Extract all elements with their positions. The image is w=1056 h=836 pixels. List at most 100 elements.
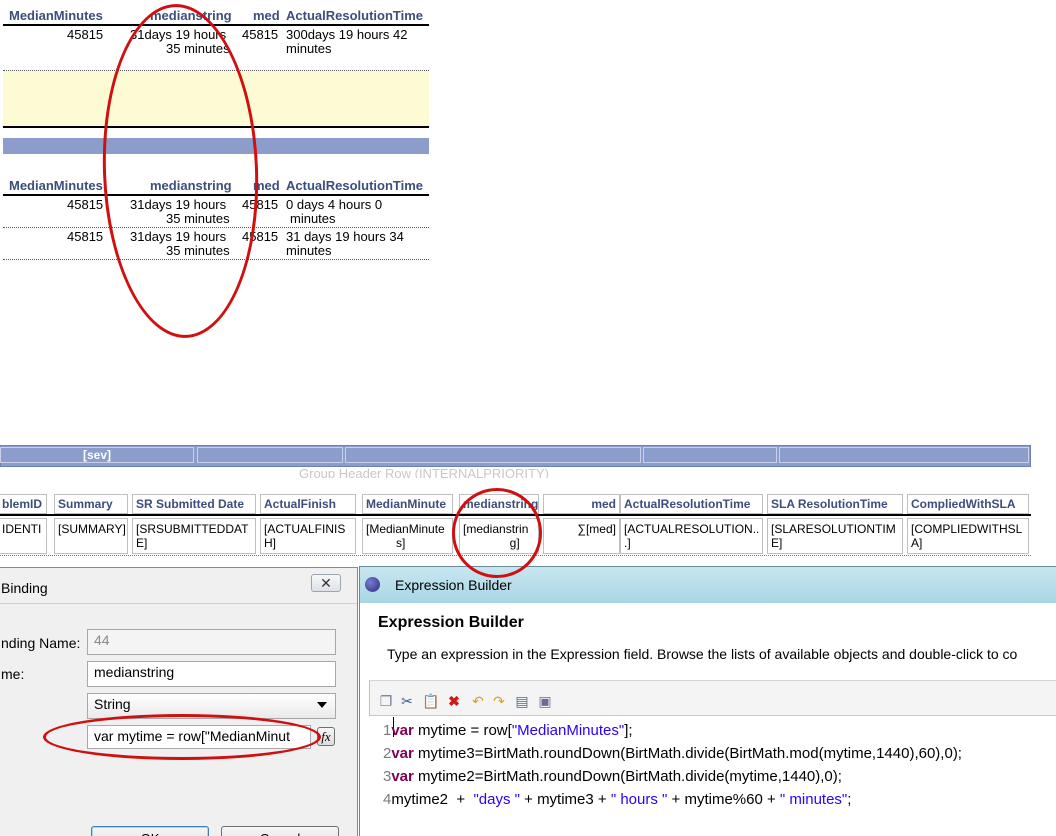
code-text: ]; <box>624 722 633 739</box>
expression-builder-heading: Expression Builder <box>378 614 524 631</box>
code-text: mytime = row[ <box>413 722 512 739</box>
layout-data-cell[interactable]: [medianstrin g] <box>459 518 539 554</box>
cell-medianstring-wrap: 35 minutes <box>166 243 230 258</box>
layout-col-header[interactable]: med <box>543 494 620 514</box>
layout-col-header[interactable]: ActualFinish <box>260 494 356 514</box>
cell-minutes: 45815 <box>67 197 104 212</box>
binding-name-field: 44 <box>87 629 336 655</box>
sev-empty-cell <box>779 447 1029 463</box>
cell-medianstring: 31days 19 hours <box>130 27 227 42</box>
row-divider <box>3 259 429 260</box>
cell-medianstring-wrap: 35 minutes <box>166 211 230 226</box>
layout-data-cell[interactable]: [SRSUBMITTEDDAT E] <box>132 518 256 554</box>
cell-art-wrap: minutes <box>286 243 332 258</box>
layout-col-header[interactable]: MedianMinute <box>362 494 453 514</box>
row-divider <box>3 227 429 228</box>
name-field[interactable]: medianstring <box>87 661 336 687</box>
code-line-4: 4mytime2 + "days " + mytime3 + " hours "… <box>383 788 851 811</box>
ok-button[interactable]: OK <box>91 826 209 836</box>
copy-icon[interactable]: ❐ <box>378 693 394 709</box>
sev-cell[interactable]: [sev] <box>0 447 194 463</box>
expression-builder-description: Type an expression in the Expression fie… <box>387 646 1018 662</box>
col-header-med-2: med <box>253 178 280 193</box>
expression-builder-fx-button[interactable]: fx <box>317 727 335 746</box>
code-string: " hours " <box>610 791 668 808</box>
cell-med: 45815 <box>242 229 279 244</box>
binding-dialog-title: Binding <box>1 580 48 596</box>
layout-header-rule <box>0 514 1031 516</box>
redo-icon[interactable]: ↷ <box>491 693 507 709</box>
layout-data-cell[interactable]: [SUMMARY] <box>54 518 128 554</box>
code-line-3: 3var mytime2=BirtMath.roundDown(BirtMath… <box>383 765 842 788</box>
expression-builder-window: Expression Builder Expression Builder Ty… <box>359 566 1056 836</box>
binding-name-label: nding Name: <box>1 635 81 651</box>
cell-art: 31 days 19 hours 34 <box>286 229 404 244</box>
layout-data-cell[interactable]: IDENTI <box>0 518 47 554</box>
cancel-button[interactable]: Cancel <box>221 826 339 836</box>
sev-empty-cell <box>345 447 641 463</box>
layout-col-header[interactable]: ActualResolutionTime <box>620 494 763 514</box>
layout-col-header[interactable]: Summary <box>54 494 128 514</box>
code-string: " minutes" <box>779 791 848 808</box>
group-header-label: Group Header Row (INTERNALPRIORITY) <box>299 466 549 478</box>
expression-builder-window-title: Expression Builder <box>395 577 512 593</box>
code-keyword: var <box>391 722 414 739</box>
cell-minutes: 45815 <box>67 229 104 244</box>
col-header-actualresolutiontime-2: ActualResolutionTime <box>286 178 424 193</box>
binding-dialog-titlebar[interactable] <box>0 568 357 604</box>
cell-art: 300days 19 hours 42 <box>286 27 408 42</box>
layout-data-cell[interactable]: [ACTUALFINIS H] <box>260 518 356 554</box>
format-icon[interactable]: ▤ <box>514 693 530 709</box>
eclipse-icon <box>365 577 380 592</box>
code-line-2: 2var mytime3=BirtMath.roundDown(BirtMath… <box>383 742 962 765</box>
paste-icon[interactable]: 📋 <box>422 693 439 709</box>
binding-dialog: Binding ✕ nding Name: 44 me: medianstrin… <box>0 567 358 836</box>
delete-icon[interactable]: ✖ <box>446 693 462 709</box>
layout-data-cell[interactable]: [SLARESOLUTIONTIM E] <box>767 518 903 554</box>
layout-col-header[interactable]: SLA ResolutionTime <box>767 494 903 514</box>
layout-col-header[interactable]: SR Submitted Date <box>132 494 256 514</box>
layout-col-header[interactable]: blemID <box>0 494 47 514</box>
code-text: mytime3=BirtMath.roundDown(BirtMath.divi… <box>413 745 962 762</box>
header-rule <box>3 24 429 26</box>
layout-data-cell[interactable]: [MedianMinute s] <box>362 518 453 554</box>
code-text: ; <box>847 791 852 808</box>
cell-medianstring-wrap: 35 minutes <box>166 41 230 56</box>
col-header-medianstring-2: medianstring <box>150 178 232 193</box>
layout-data-cell[interactable]: [ACTUALRESOLUTION.. .] <box>620 518 763 554</box>
layout-data-cell[interactable]: ∑[med] <box>543 518 620 554</box>
group-separator-band <box>3 138 429 154</box>
group-footer-band <box>3 71 429 126</box>
code-keyword: var <box>391 745 414 762</box>
expression-field[interactable]: var mytime = row["MedianMinut <box>87 725 311 749</box>
cell-art: 0 days 4 hours 0 <box>286 197 383 212</box>
col-header-medianstring: medianstring <box>150 8 232 23</box>
header-rule-2 <box>3 194 429 196</box>
close-icon[interactable]: ✕ <box>311 574 341 592</box>
layout-row-rule <box>0 555 1031 556</box>
cell-art-wrap: minutes <box>286 41 332 56</box>
code-string: "days " <box>473 791 520 808</box>
cell-med: 45815 <box>242 27 279 42</box>
layout-data-cell[interactable]: [COMPLIEDWITHSL A] <box>907 518 1029 554</box>
cell-med: 45815 <box>242 197 279 212</box>
cell-medianstring: 31days 19 hours <box>130 229 227 244</box>
layout-col-header[interactable]: CompliedWithSLA <box>907 494 1029 514</box>
code-line-1: 1var mytime = row["MedianMinutes"]; <box>383 719 633 742</box>
chevron-down-icon[interactable] <box>317 702 327 708</box>
undo-icon[interactable]: ↶ <box>470 693 486 709</box>
cell-minutes: 45815 <box>67 27 104 42</box>
validate-icon[interactable]: ▣ <box>537 693 553 709</box>
code-string: "MedianMinutes" <box>511 722 625 739</box>
data-type-value: String <box>94 696 131 712</box>
col-header-med: med <box>253 8 280 23</box>
code-keyword: var <box>391 768 414 785</box>
cut-icon[interactable]: ✂ <box>399 693 415 709</box>
sev-empty-cell <box>197 447 343 463</box>
data-type-select[interactable]: String <box>87 693 336 719</box>
name-label: me: <box>1 666 25 682</box>
cell-medianstring: 31days 19 hours <box>130 197 227 212</box>
code-text: + mytime%60 + <box>667 791 780 808</box>
col-header-medianminutes: MedianMinutes <box>9 8 103 23</box>
layout-col-header[interactable]: medianstring <box>459 494 539 514</box>
